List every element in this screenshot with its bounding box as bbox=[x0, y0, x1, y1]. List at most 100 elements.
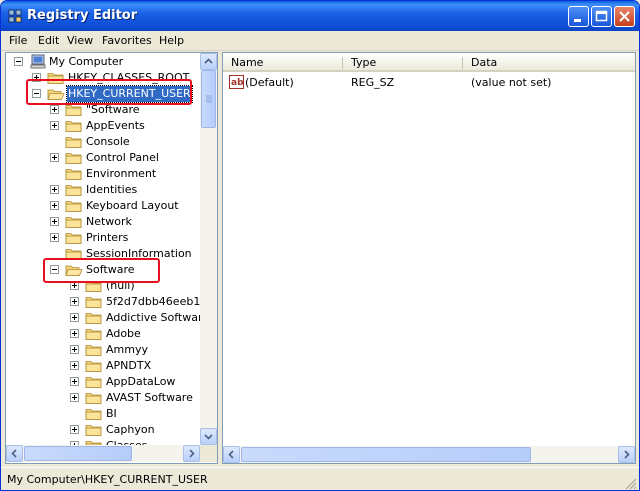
expand-toggle[interactable] bbox=[70, 297, 79, 306]
menu-file[interactable]: File bbox=[9, 34, 27, 47]
tree-item-label: HKEY_CURRENT_USER bbox=[66, 85, 193, 103]
tree-item-label: Network bbox=[86, 215, 132, 228]
tree-item[interactable]: SessionInformation bbox=[6, 246, 196, 262]
tree-item[interactable]: 5f2d7dbb46eeb17 bbox=[6, 294, 207, 310]
folder-icon bbox=[65, 201, 82, 212]
folder-icon bbox=[85, 377, 102, 388]
expand-toggle[interactable] bbox=[70, 377, 79, 386]
tree-item-label: APNDTX bbox=[106, 359, 152, 372]
list-hscroll-thumb[interactable] bbox=[241, 447, 531, 462]
tree-hscroll-thumb[interactable] bbox=[24, 446, 132, 461]
menu-help[interactable]: Help bbox=[159, 34, 184, 47]
tree-item[interactable]: HKEY_CURRENT_USER bbox=[6, 85, 196, 103]
expand-toggle[interactable] bbox=[50, 233, 59, 242]
folder-open-icon bbox=[65, 265, 83, 276]
tree-scroll-down-button[interactable] bbox=[200, 428, 217, 445]
string-value-icon: ab bbox=[229, 75, 244, 89]
collapse-toggle[interactable] bbox=[32, 89, 41, 98]
menu-favorites[interactable]: Favorites bbox=[102, 34, 152, 47]
status-path: My Computer\HKEY_CURRENT_USER bbox=[7, 473, 208, 486]
expand-toggle[interactable] bbox=[50, 185, 59, 194]
tree-item[interactable]: Printers bbox=[6, 230, 196, 246]
tree-item[interactable]: AppEvents bbox=[6, 118, 196, 134]
expand-toggle[interactable] bbox=[70, 361, 79, 370]
list-item[interactable]: ab (Default) REG_SZ (value not set) bbox=[223, 74, 635, 91]
tree-horizontal-scrollbar[interactable] bbox=[6, 445, 200, 462]
registry-editor-app-icon bbox=[8, 9, 22, 23]
values-list-pane[interactable]: Name Type Data ab (Default) REG_SZ (valu… bbox=[222, 52, 636, 464]
minimize-button[interactable] bbox=[568, 6, 589, 27]
folder-icon bbox=[85, 297, 102, 308]
tree-item-label: Control Panel bbox=[86, 151, 159, 164]
tree-scroll-left-button[interactable] bbox=[6, 445, 23, 462]
list-scroll-right-button[interactable] bbox=[618, 446, 635, 463]
tree-item-my-computer[interactable]: My Computer bbox=[6, 54, 196, 70]
tree-scroll-right-button[interactable] bbox=[183, 445, 200, 462]
tree-item[interactable]: HKEY_CLASSES_ROOT bbox=[6, 70, 196, 86]
expand-toggle[interactable] bbox=[70, 345, 79, 354]
expand-toggle[interactable] bbox=[70, 329, 79, 338]
arrow-left-icon bbox=[11, 449, 17, 458]
tree-item-label: SessionInformation bbox=[86, 247, 192, 260]
tree-scroll-up-button[interactable] bbox=[200, 53, 217, 70]
tree-item[interactable]: Ammyy bbox=[6, 342, 196, 358]
list-scroll-left-button[interactable] bbox=[223, 446, 240, 463]
tree-item[interactable]: AppDataLow bbox=[6, 374, 196, 390]
tree-item[interactable]: APNDTX bbox=[6, 358, 196, 374]
tree-item-label: Keyboard Layout bbox=[86, 199, 179, 212]
minimize-icon bbox=[574, 19, 581, 22]
menu-view[interactable]: View bbox=[67, 34, 93, 47]
expand-toggle[interactable] bbox=[70, 393, 79, 402]
collapse-toggle[interactable] bbox=[14, 57, 23, 66]
tree-item[interactable]: Control Panel bbox=[6, 150, 196, 166]
expand-toggle[interactable] bbox=[50, 201, 59, 210]
tree-item[interactable]: Adobe bbox=[6, 326, 196, 342]
tree-item[interactable]: Software bbox=[6, 262, 196, 278]
folder-icon bbox=[65, 153, 82, 164]
expand-toggle[interactable] bbox=[32, 73, 41, 82]
expand-toggle[interactable] bbox=[70, 425, 79, 434]
value-type: REG_SZ bbox=[351, 76, 395, 89]
registry-tree-pane[interactable]: My Computer HKEY_CLASSES_ROOT HKEY_CURRENT… bbox=[5, 52, 218, 464]
tree-item[interactable]: Identities bbox=[6, 182, 196, 198]
resize-grip-icon[interactable] bbox=[625, 478, 637, 490]
tree-item[interactable]: AVAST Software bbox=[6, 390, 196, 406]
menu-edit[interactable]: Edit bbox=[38, 34, 59, 47]
column-header-name[interactable]: Name bbox=[223, 53, 343, 72]
tree-item[interactable]: Addictive Software bbox=[6, 310, 209, 326]
tree-item[interactable]: BI bbox=[6, 406, 196, 422]
expand-toggle[interactable] bbox=[50, 217, 59, 226]
expand-toggle[interactable] bbox=[70, 281, 79, 290]
tree-item[interactable]: Environment bbox=[6, 166, 196, 182]
tree-item-label: Environment bbox=[86, 167, 157, 180]
value-name: (Default) bbox=[245, 76, 294, 89]
tree-item[interactable]: Console bbox=[6, 134, 196, 150]
column-header-name-label: Name bbox=[231, 56, 264, 69]
folder-icon bbox=[65, 185, 82, 196]
expand-toggle[interactable] bbox=[70, 313, 79, 322]
expand-toggle[interactable] bbox=[50, 105, 59, 114]
tree-item[interactable]: Caphyon bbox=[6, 422, 196, 438]
tree-scroll-thumb[interactable] bbox=[201, 70, 216, 128]
list-horizontal-scrollbar[interactable] bbox=[223, 446, 635, 463]
close-button[interactable] bbox=[614, 6, 635, 27]
tree-item[interactable]: Network bbox=[6, 214, 196, 230]
tree-item-label: Adobe bbox=[106, 327, 141, 340]
tree-item-label: (null) bbox=[106, 279, 135, 292]
expand-toggle[interactable] bbox=[50, 121, 59, 130]
column-header-type[interactable]: Type bbox=[343, 53, 463, 72]
title-bar[interactable]: Registry Editor bbox=[1, 1, 639, 31]
column-header-type-label: Type bbox=[351, 56, 377, 69]
folder-icon bbox=[65, 249, 82, 260]
tree-item[interactable]: (null) bbox=[6, 278, 196, 294]
column-header-data-label: Data bbox=[471, 56, 498, 69]
column-header-data[interactable]: Data bbox=[463, 53, 635, 72]
tree-item[interactable]: "Software bbox=[6, 102, 196, 118]
tree-item[interactable]: Keyboard Layout bbox=[6, 198, 196, 214]
collapse-toggle[interactable] bbox=[50, 265, 59, 274]
tree-vertical-scrollbar[interactable] bbox=[200, 53, 217, 445]
expand-toggle[interactable] bbox=[50, 153, 59, 162]
folder-icon bbox=[65, 217, 82, 228]
maximize-button[interactable] bbox=[591, 6, 612, 27]
folder-icon bbox=[65, 137, 82, 148]
